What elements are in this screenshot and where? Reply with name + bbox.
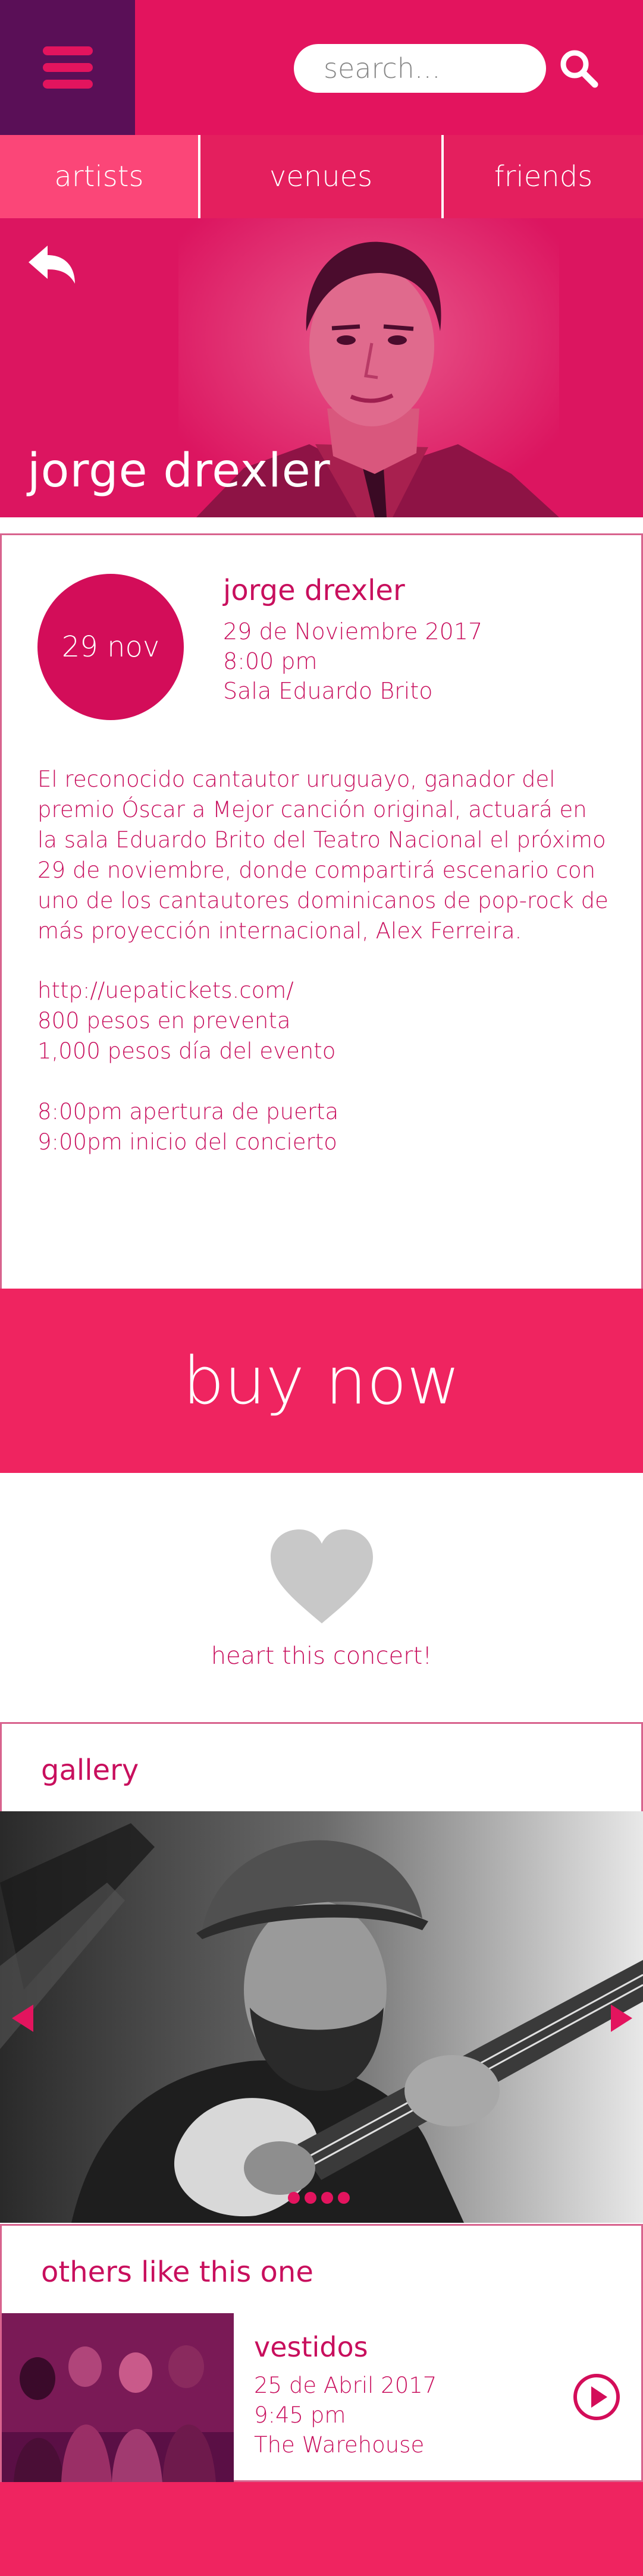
event-title: jorge drexler [223,574,405,607]
tab-venues[interactable]: venues [200,135,441,218]
gallery-dot[interactable] [338,2192,350,2204]
ticket-link[interactable]: http://uepatickets.com/ [37,975,294,1006]
gallery-header: gallery [0,1722,643,1811]
search-box [294,44,546,93]
hamburger-icon [43,46,93,55]
hamburger-icon-bar [43,80,93,89]
gallery-dot[interactable] [305,2192,316,2204]
heart-concert-label[interactable]: heart this concert! [0,1642,643,1670]
gallery-pagination [288,2192,350,2204]
buy-now-button[interactable]: buy now [0,1289,643,1473]
back-arrow-icon[interactable] [24,242,77,290]
app-header [0,0,643,135]
search-icon[interactable] [558,48,600,89]
gallery-dot[interactable] [321,2192,333,2204]
event-time: 8:00 pm [223,648,318,674]
related-event-item[interactable]: vestidos 25 de Abril 2017 9:45 pm The Wa… [0,2313,643,2482]
doors-open: 8:00pm apertura de puerta [37,1099,339,1124]
event-date: 29 de Noviembre 2017 [223,618,483,645]
tab-friends[interactable]: friends [444,135,643,218]
date-badge: 29 nov [37,574,184,720]
gallery-carousel[interactable] [0,1811,643,2223]
event-details-card: 29 nov jorge drexler 29 de Noviembre 201… [0,533,643,1289]
show-start: 9:00pm inicio del concierto [37,1129,337,1155]
others-title: others like this one [41,2255,313,2289]
tab-artists[interactable]: artists [0,135,198,218]
related-event-date: 25 de Abril 2017 [254,2373,437,2398]
gallery-dot[interactable] [288,2192,300,2204]
gallery-photo [0,1811,643,2223]
event-venue[interactable]: Sala Eduardo Brito [223,678,432,704]
artist-hero: jorge drexler [0,218,643,517]
related-event-time: 9:45 pm [254,2402,346,2428]
footer-bar [0,2482,643,2576]
gallery-prev-arrow-icon[interactable] [11,2003,34,2033]
related-event-thumbnail [2,2313,234,2482]
price-door: 1,000 pesos día del evento [37,1038,336,1064]
event-description: El reconocido cantautor uruguayo, ganado… [37,766,609,944]
related-event-venue: The Warehouse [254,2432,425,2458]
gallery-title: gallery [41,1754,139,1787]
nav-tabs: artists venues friends [0,135,643,218]
play-icon[interactable] [573,2373,620,2421]
price-presale: 800 pesos en preventa [37,1008,291,1033]
search-input[interactable] [324,44,532,93]
artist-name-title: jorge drexler [27,444,331,498]
menu-button[interactable] [0,0,135,135]
related-event-name: vestidos [254,2331,368,2363]
gallery-next-arrow-icon[interactable] [610,2003,633,2033]
others-header: others like this one [0,2224,643,2313]
heart-icon[interactable] [268,1528,375,1626]
hamburger-icon-bar [43,63,93,72]
